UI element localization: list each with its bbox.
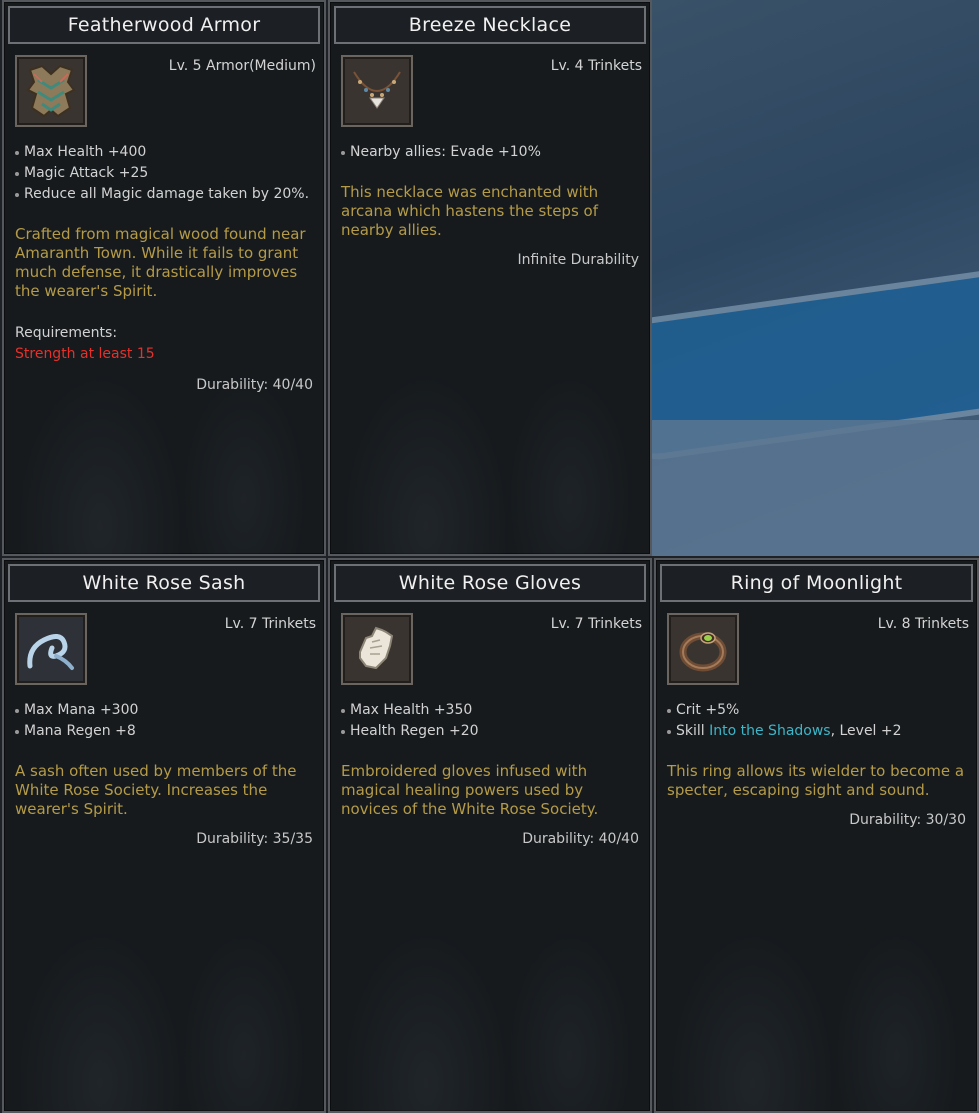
stat-line: Reduce all Magic damage taken by 20%. bbox=[15, 184, 316, 205]
requirements-label: Requirements: bbox=[15, 325, 118, 341]
bullet-icon bbox=[667, 729, 671, 734]
item-title: White Rose Sash bbox=[8, 564, 320, 602]
bullet-icon bbox=[341, 150, 345, 155]
item-lore: This ring allows its wielder to become a… bbox=[667, 762, 965, 799]
skill-link[interactable]: Into the Shadows bbox=[709, 721, 830, 742]
item-lore: Embroidered gloves infused with magical … bbox=[341, 762, 599, 818]
armor-icon bbox=[15, 55, 87, 127]
item-title: White Rose Gloves bbox=[334, 564, 646, 602]
bullet-icon bbox=[15, 150, 19, 155]
sash-icon bbox=[15, 613, 87, 685]
background-map bbox=[652, 0, 979, 556]
item-durability: Durability: 35/35 bbox=[196, 831, 313, 847]
stat-line: Max Health +400 bbox=[15, 142, 316, 163]
item-tooltip-featherwood-armor: Featherwood Armor Lv. 5 Armor(Medium) Ma… bbox=[2, 0, 326, 556]
item-tooltip-breeze-necklace: Breeze Necklace Lv. 4 Trinkets Nearby al… bbox=[328, 0, 652, 556]
item-durability: Durability: 40/40 bbox=[196, 377, 313, 393]
bullet-icon bbox=[15, 192, 19, 197]
item-title: Featherwood Armor bbox=[8, 6, 320, 44]
map-snowfield bbox=[652, 420, 979, 556]
item-level: Lv. 4 Trinkets bbox=[550, 58, 642, 74]
item-level: Lv. 7 Trinkets bbox=[550, 616, 642, 632]
item-level: Lv. 8 Trinkets bbox=[877, 616, 969, 632]
stat-line: Max Mana +300 bbox=[15, 700, 316, 721]
item-tooltip-white-rose-sash: White Rose Sash Lv. 7 Trinkets Max Mana … bbox=[2, 558, 326, 1113]
item-title: Breeze Necklace bbox=[334, 6, 646, 44]
item-durability: Durability: 30/30 bbox=[849, 812, 966, 828]
item-level: Lv. 5 Armor(Medium) bbox=[168, 58, 316, 74]
bullet-icon bbox=[15, 729, 19, 734]
item-lore: Crafted from magical wood found near Ama… bbox=[15, 225, 306, 300]
item-durability: Infinite Durability bbox=[517, 252, 639, 268]
bullet-icon bbox=[667, 708, 671, 713]
gloves-icon bbox=[341, 613, 413, 685]
stat-line: Mana Regen +8 bbox=[15, 721, 316, 742]
item-title: Ring of Moonlight bbox=[660, 564, 973, 602]
bullet-icon bbox=[341, 729, 345, 734]
bullet-icon bbox=[341, 708, 345, 713]
item-lore: A sash often used by members of the Whit… bbox=[15, 762, 297, 818]
ring-icon bbox=[667, 613, 739, 685]
stat-line: Nearby allies: Evade +10% bbox=[341, 142, 642, 163]
stat-line: Health Regen +20 bbox=[341, 721, 642, 742]
item-lore: This necklace was enchanted with arcana … bbox=[341, 183, 599, 239]
item-tooltip-ring-of-moonlight: Ring of Moonlight Lv. 8 Trinkets Crit +5… bbox=[654, 558, 979, 1113]
requirement-value: Strength at least 15 bbox=[15, 346, 155, 362]
stat-line: Magic Attack +25 bbox=[15, 163, 316, 184]
necklace-icon bbox=[341, 55, 413, 127]
stat-line: Max Health +350 bbox=[341, 700, 642, 721]
item-tooltip-white-rose-gloves: White Rose Gloves Lv. 7 Trinkets Max Hea… bbox=[328, 558, 652, 1113]
item-durability: Durability: 40/40 bbox=[522, 831, 639, 847]
bullet-icon bbox=[15, 708, 19, 713]
stat-line: Crit +5% bbox=[667, 700, 969, 721]
bullet-icon bbox=[15, 171, 19, 176]
item-level: Lv. 7 Trinkets bbox=[224, 616, 316, 632]
stat-line-skill: Skill Into the Shadows, Level +2 bbox=[667, 721, 969, 742]
